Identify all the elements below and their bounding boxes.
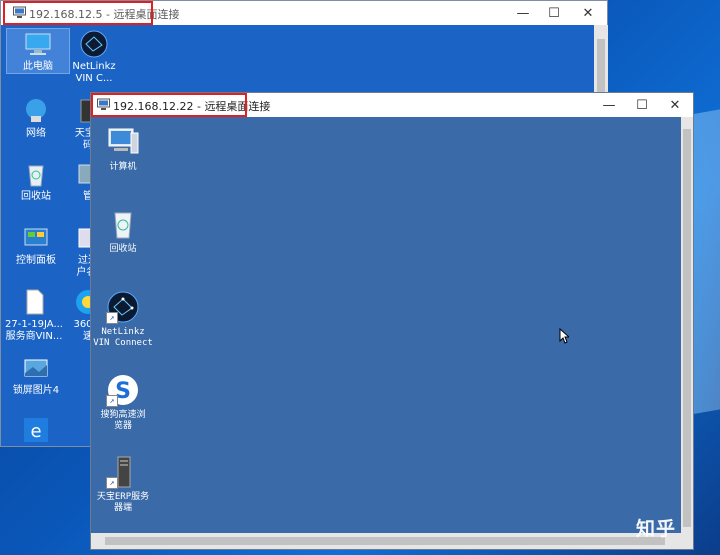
netlinkz-icon: ↗: [106, 290, 140, 324]
svg-text:e: e: [30, 421, 41, 442]
document-file-icon: [19, 287, 49, 317]
inner-icon-recycle-bin[interactable]: 回收站: [91, 207, 155, 255]
inner-title-highlight-box: [91, 93, 247, 117]
inner-vertical-scrollbar[interactable]: [681, 117, 693, 541]
desktop-icon-netlinkz[interactable]: NetLinkz VIN C...: [63, 29, 125, 85]
recycle-bin-icon: [21, 159, 51, 189]
shortcut-arrow-icon: ↗: [106, 395, 118, 407]
inner-desktop-area[interactable]: 计算机 回收站 ↗ NetLinkz VIN Connect S ↗ 搜狗高速浏…: [91, 117, 681, 541]
outer-close-button[interactable]: ✕: [573, 3, 603, 23]
inner-horizontal-scrollbar[interactable]: [91, 533, 693, 549]
shortcut-arrow-icon: ↗: [106, 312, 118, 324]
outer-title-highlight-box: [3, 1, 153, 25]
network-icon: [21, 96, 51, 126]
inner-icon-label: 计算机: [109, 162, 137, 172]
outer-minimize-button[interactable]: —: [508, 3, 538, 23]
netlinkz-icon: [79, 29, 109, 59]
server-icon: ↗: [106, 455, 140, 489]
control-panel-icon: [21, 223, 51, 253]
desktop-icon-label: NetLinkz VIN C...: [72, 61, 116, 84]
shortcut-arrow-icon: ↗: [106, 477, 118, 489]
desktop-icon-edge[interactable]: e: [5, 415, 67, 447]
inner-maximize-button[interactable]: ☐: [627, 95, 657, 115]
desktop-icon-label: 此电脑: [23, 61, 53, 72]
inner-close-button[interactable]: ✕: [660, 95, 690, 115]
inner-icon-tianbao-erp[interactable]: ↗ 天宝ERP服务 器端: [91, 455, 155, 514]
inner-minimize-button[interactable]: —: [594, 95, 624, 115]
desktop-icon-this-pc[interactable]: 此电脑: [6, 28, 70, 74]
recycle-bin-icon: [106, 207, 140, 241]
inner-scroll-thumb[interactable]: [683, 129, 691, 527]
mouse-cursor-icon: [559, 328, 569, 344]
zhihu-watermark: 知乎: [636, 518, 677, 540]
computer-icon: [106, 125, 140, 159]
inner-icon-label: NetLinkz VIN Connect: [93, 327, 153, 348]
image-file-icon: [21, 353, 51, 383]
sogou-browser-icon: S ↗: [106, 373, 140, 407]
inner-icon-netlinkz[interactable]: ↗ NetLinkz VIN Connect: [91, 290, 155, 349]
inner-icon-label: 搜狗高速浏 览器: [100, 410, 146, 431]
this-pc-icon: [23, 29, 53, 59]
outer-maximize-button[interactable]: ☐: [539, 3, 569, 23]
desktop-icon-label: 锁屏图片4: [12, 385, 60, 396]
inner-icon-label: 回收站: [109, 244, 137, 254]
desktop-icon-lockscreen-image[interactable]: 锁屏图片4: [5, 353, 67, 397]
inner-remote-desktop-window[interactable]: 192.168.12.22 - 远程桌面连接 — ☐ ✕ 计算机 回收站 ↗ N…: [90, 92, 694, 550]
edge-browser-icon: e: [21, 415, 51, 445]
inner-icon-computer[interactable]: 计算机: [91, 125, 155, 173]
inner-icon-sogou-browser[interactable]: S ↗ 搜狗高速浏 览器: [91, 373, 155, 432]
inner-hscroll-thumb[interactable]: [105, 537, 665, 545]
inner-icon-label: 天宝ERP服务 器端: [96, 492, 150, 513]
